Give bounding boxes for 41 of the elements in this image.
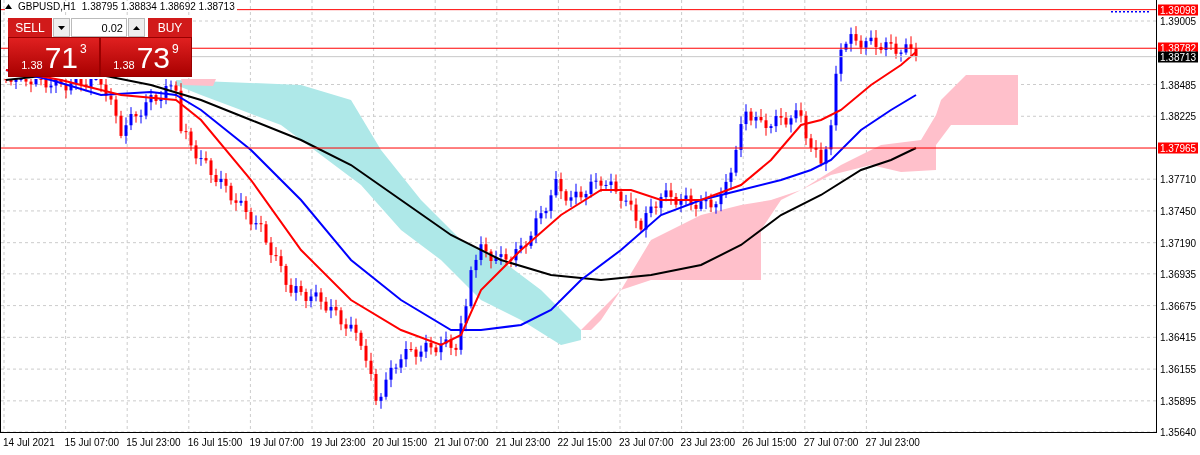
price-digits: 73 bbox=[136, 42, 171, 74]
price-tick-label: 1.36675 bbox=[1160, 300, 1197, 312]
price-tick-label: 1.37710 bbox=[1160, 173, 1197, 185]
price-level-label: 1.37965 bbox=[1158, 142, 1199, 154]
price-tick-label: 1.39005 bbox=[1160, 15, 1197, 27]
price-pip-digit: 9 bbox=[172, 42, 179, 56]
time-tick-label: 16 Jul 15:00 bbox=[187, 437, 243, 448]
time-tick-label: 14 Jul 2021 bbox=[3, 437, 55, 448]
buy-button[interactable]: BUY bbox=[148, 18, 192, 37]
bid-price-label: 1.38713 bbox=[1158, 51, 1199, 63]
price-tick-label: 1.37190 bbox=[1160, 237, 1197, 249]
sell-button[interactable]: SELL bbox=[8, 18, 52, 37]
time-tick-label: 27 Jul 23:00 bbox=[865, 437, 920, 448]
price-digits: 71 bbox=[44, 42, 79, 74]
time-tick-label: 21 Jul 23:00 bbox=[495, 437, 551, 448]
price-tick-label: 1.36155 bbox=[1160, 363, 1197, 375]
time-tick-label: 23 Jul 23:00 bbox=[680, 437, 736, 448]
time-tick-label: 19 Jul 07:00 bbox=[249, 437, 304, 448]
time-tick-label: 20 Jul 15:00 bbox=[372, 437, 428, 448]
price-tick-label: 1.38225 bbox=[1160, 110, 1197, 122]
symbol-title: GBPUSD,H1 bbox=[18, 1, 76, 12]
price-tick-label: 1.35640 bbox=[1160, 426, 1197, 438]
time-tick-label: 22 Jul 15:00 bbox=[557, 437, 612, 448]
ohlc-values: 1.38795 1.38834 1.38692 1.38713 bbox=[81, 1, 235, 12]
price-pip-digit: 3 bbox=[80, 42, 87, 56]
time-tick-label: 27 Jul 07:00 bbox=[803, 437, 859, 448]
time-tick-label: 19 Jul 23:00 bbox=[311, 437, 366, 448]
volume-field[interactable]: 0.02 bbox=[71, 18, 127, 37]
time-tick-label: 23 Jul 07:00 bbox=[619, 437, 674, 448]
price-tick-label: 1.38485 bbox=[1160, 79, 1197, 90]
price-level-label: 1.39098 bbox=[1158, 4, 1199, 16]
time-tick-label: 21 Jul 07:00 bbox=[434, 437, 489, 448]
price-tick-label: 1.37450 bbox=[1160, 205, 1197, 217]
price-prefix: 1.38 bbox=[21, 59, 43, 71]
price-tick-label: 1.35895 bbox=[1160, 395, 1197, 407]
time-tick-label: 15 Jul 07:00 bbox=[64, 437, 120, 448]
price-tick-label: 1.36415 bbox=[1160, 331, 1197, 343]
price-prefix: 1.38 bbox=[113, 59, 135, 71]
time-tick-label: 26 Jul 15:00 bbox=[742, 437, 797, 448]
price-tick-label: 1.36935 bbox=[1160, 268, 1197, 280]
time-tick-label: 15 Jul 23:00 bbox=[126, 437, 181, 448]
